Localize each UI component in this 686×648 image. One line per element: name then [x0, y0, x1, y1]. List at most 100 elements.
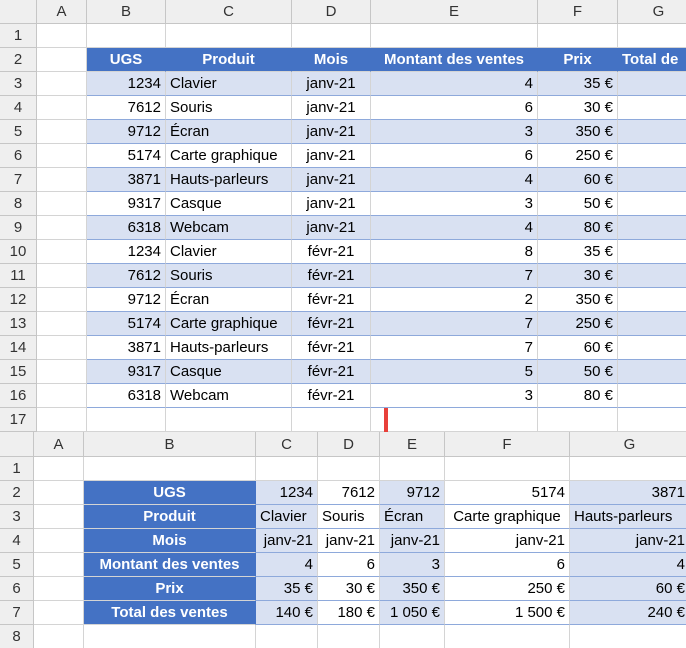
row-header-13[interactable]: 13: [0, 312, 37, 336]
table-cell[interactable]: 8: [371, 240, 538, 264]
row-header-10[interactable]: 10: [0, 240, 37, 264]
table-cell[interactable]: 140 €: [256, 601, 318, 625]
table-header-cell[interactable]: Produit: [166, 48, 292, 72]
cell[interactable]: [166, 408, 292, 432]
table-cell[interactable]: 3: [380, 553, 445, 577]
cell[interactable]: [445, 625, 570, 648]
table-cell[interactable]: 3: [371, 192, 538, 216]
table-cell[interactable]: 180 €: [318, 601, 380, 625]
table-cell[interactable]: 3871: [570, 481, 686, 505]
table-cell[interactable]: 30 €: [318, 577, 380, 601]
cell[interactable]: [37, 24, 87, 48]
table-cell[interactable]: Écran: [166, 288, 292, 312]
table-cell[interactable]: 1 500 €: [445, 601, 570, 625]
cell[interactable]: [84, 625, 256, 648]
table-header-cell[interactable]: Total de: [618, 48, 686, 72]
cell[interactable]: [34, 457, 84, 481]
table-cell[interactable]: 350 €: [538, 120, 618, 144]
table-cell[interactable]: 4: [570, 553, 686, 577]
table-cell[interactable]: 80 €: [538, 384, 618, 408]
table-cell[interactable]: 6: [318, 553, 380, 577]
table-cell[interactable]: Webcam: [166, 216, 292, 240]
table-cell[interactable]: 240 €: [570, 601, 686, 625]
table-cell[interactable]: 6318: [87, 216, 166, 240]
select-all-corner[interactable]: [0, 432, 34, 457]
table-cell[interactable]: 60 €: [538, 168, 618, 192]
table-cell[interactable]: Hauts-parleurs: [166, 336, 292, 360]
row-header-11[interactable]: 11: [0, 264, 37, 288]
table-cell[interactable]: Souris: [318, 505, 380, 529]
cell[interactable]: [87, 408, 166, 432]
table-cell[interactable]: 9712: [380, 481, 445, 505]
row-header-16[interactable]: 16: [0, 384, 37, 408]
table-cell[interactable]: Hauts-parleurs: [570, 505, 686, 529]
table-cell[interactable]: [618, 360, 686, 384]
row-header-8[interactable]: 8: [0, 192, 37, 216]
table-cell[interactable]: févr-21: [292, 360, 371, 384]
table-cell[interactable]: janv-21: [292, 144, 371, 168]
cell[interactable]: [34, 625, 84, 648]
column-header-D[interactable]: D: [318, 432, 380, 457]
table-cell[interactable]: [618, 216, 686, 240]
column-header-C[interactable]: C: [166, 0, 292, 24]
table-cell[interactable]: Casque: [166, 360, 292, 384]
table-cell[interactable]: 350 €: [380, 577, 445, 601]
cell[interactable]: [166, 24, 292, 48]
table-header-cell[interactable]: Mois: [84, 529, 256, 553]
table-cell[interactable]: 3871: [87, 336, 166, 360]
column-header-G[interactable]: G: [618, 0, 686, 24]
cell[interactable]: [371, 24, 538, 48]
table-cell[interactable]: 7: [371, 264, 538, 288]
table-cell[interactable]: Souris: [166, 96, 292, 120]
table-cell[interactable]: 250 €: [538, 144, 618, 168]
table-cell[interactable]: 9712: [87, 288, 166, 312]
table-cell[interactable]: [618, 288, 686, 312]
column-header-E[interactable]: E: [380, 432, 445, 457]
table-cell[interactable]: [618, 120, 686, 144]
row-header-4[interactable]: 4: [0, 96, 37, 120]
table-cell[interactable]: 2: [371, 288, 538, 312]
table-cell[interactable]: [618, 240, 686, 264]
table-cell[interactable]: 5174: [87, 144, 166, 168]
table-cell[interactable]: févr-21: [292, 384, 371, 408]
table-cell[interactable]: [618, 192, 686, 216]
table-header-cell[interactable]: UGS: [87, 48, 166, 72]
table-cell[interactable]: 4: [256, 553, 318, 577]
table-cell[interactable]: Webcam: [166, 384, 292, 408]
row-header-1[interactable]: 1: [0, 457, 34, 481]
table-cell[interactable]: 7612: [87, 264, 166, 288]
cell[interactable]: [380, 625, 445, 648]
column-header-B[interactable]: B: [87, 0, 166, 24]
column-header-B[interactable]: B: [84, 432, 256, 457]
table-cell[interactable]: 30 €: [538, 264, 618, 288]
table-header-cell[interactable]: Prix: [538, 48, 618, 72]
table-cell[interactable]: janv-21: [445, 529, 570, 553]
table-cell[interactable]: 1234: [87, 72, 166, 96]
cell[interactable]: [34, 553, 84, 577]
table-cell[interactable]: 4: [371, 216, 538, 240]
cell[interactable]: [538, 24, 618, 48]
row-header-4[interactable]: 4: [0, 529, 34, 553]
table-cell[interactable]: 7: [371, 336, 538, 360]
table-cell[interactable]: 9317: [87, 360, 166, 384]
column-header-A[interactable]: A: [34, 432, 84, 457]
cell[interactable]: [37, 408, 87, 432]
table-cell[interactable]: 7612: [318, 481, 380, 505]
cell[interactable]: [34, 481, 84, 505]
table-cell[interactable]: févr-21: [292, 264, 371, 288]
table-cell[interactable]: Clavier: [166, 240, 292, 264]
table-cell[interactable]: 3: [371, 120, 538, 144]
table-cell[interactable]: 3: [371, 384, 538, 408]
row-header-3[interactable]: 3: [0, 505, 34, 529]
cell[interactable]: [37, 288, 87, 312]
table-cell[interactable]: 80 €: [538, 216, 618, 240]
row-header-17[interactable]: 17: [0, 408, 37, 432]
row-header-7[interactable]: 7: [0, 168, 37, 192]
table-cell[interactable]: janv-21: [570, 529, 686, 553]
table-cell[interactable]: 60 €: [570, 577, 686, 601]
table-cell[interactable]: 7: [371, 312, 538, 336]
cell[interactable]: [256, 625, 318, 648]
cell[interactable]: [37, 336, 87, 360]
column-header-C[interactable]: C: [256, 432, 318, 457]
table-cell[interactable]: 1234: [256, 481, 318, 505]
